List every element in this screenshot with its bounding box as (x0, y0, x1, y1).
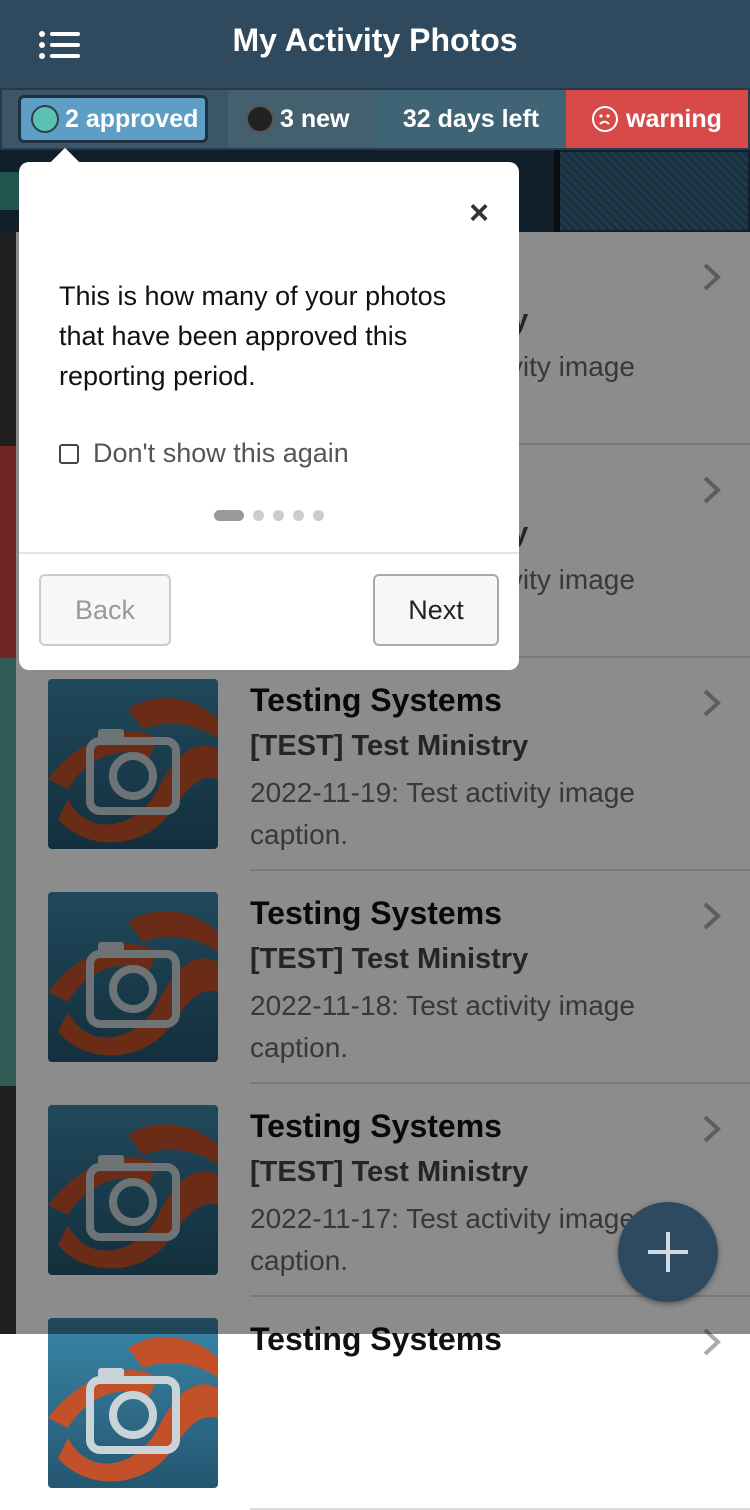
dont-show-checkbox[interactable] (59, 443, 79, 464)
pagination-dots (214, 510, 333, 521)
days-left-button[interactable]: 32 days left (376, 90, 566, 148)
close-icon[interactable]: × (469, 194, 489, 233)
page-dot-active (214, 510, 244, 521)
approved-count-button[interactable]: 2 approved (18, 95, 208, 143)
plus-icon (648, 1232, 688, 1272)
approved-label: 2 approved (65, 104, 199, 133)
page-title: My Activity Photos (232, 22, 518, 58)
days-left-label: 32 days left (402, 104, 540, 133)
new-count-button[interactable]: 3 new (228, 90, 376, 148)
activity-thumbnail (48, 1318, 218, 1488)
page-dot (253, 510, 264, 521)
popover-divider (19, 552, 519, 554)
popover-text: This is how many of your photos that hav… (59, 281, 447, 391)
warning-button[interactable]: warning (566, 90, 748, 148)
page-dot (273, 510, 284, 521)
back-button[interactable]: Back (39, 574, 171, 646)
page-dot (313, 510, 324, 521)
new-indicator-icon (246, 105, 274, 133)
approved-indicator-icon (31, 105, 59, 133)
dont-show-checkbox-row[interactable]: Don't show this again (59, 438, 349, 469)
app-header: My Activity Photos (0, 0, 750, 88)
new-label: 3 new (280, 104, 350, 133)
dont-show-label[interactable]: Don't show this again (93, 438, 349, 469)
onboarding-popover: × This is how many of your photos that h… (19, 147, 519, 670)
warning-label: warning (626, 104, 722, 133)
add-photo-button[interactable] (618, 1202, 718, 1302)
frown-icon (592, 106, 619, 132)
status-bar: 2 approved 3 new 32 days left warning (0, 88, 750, 150)
page-dot (293, 510, 304, 521)
next-button[interactable]: Next (373, 574, 499, 646)
